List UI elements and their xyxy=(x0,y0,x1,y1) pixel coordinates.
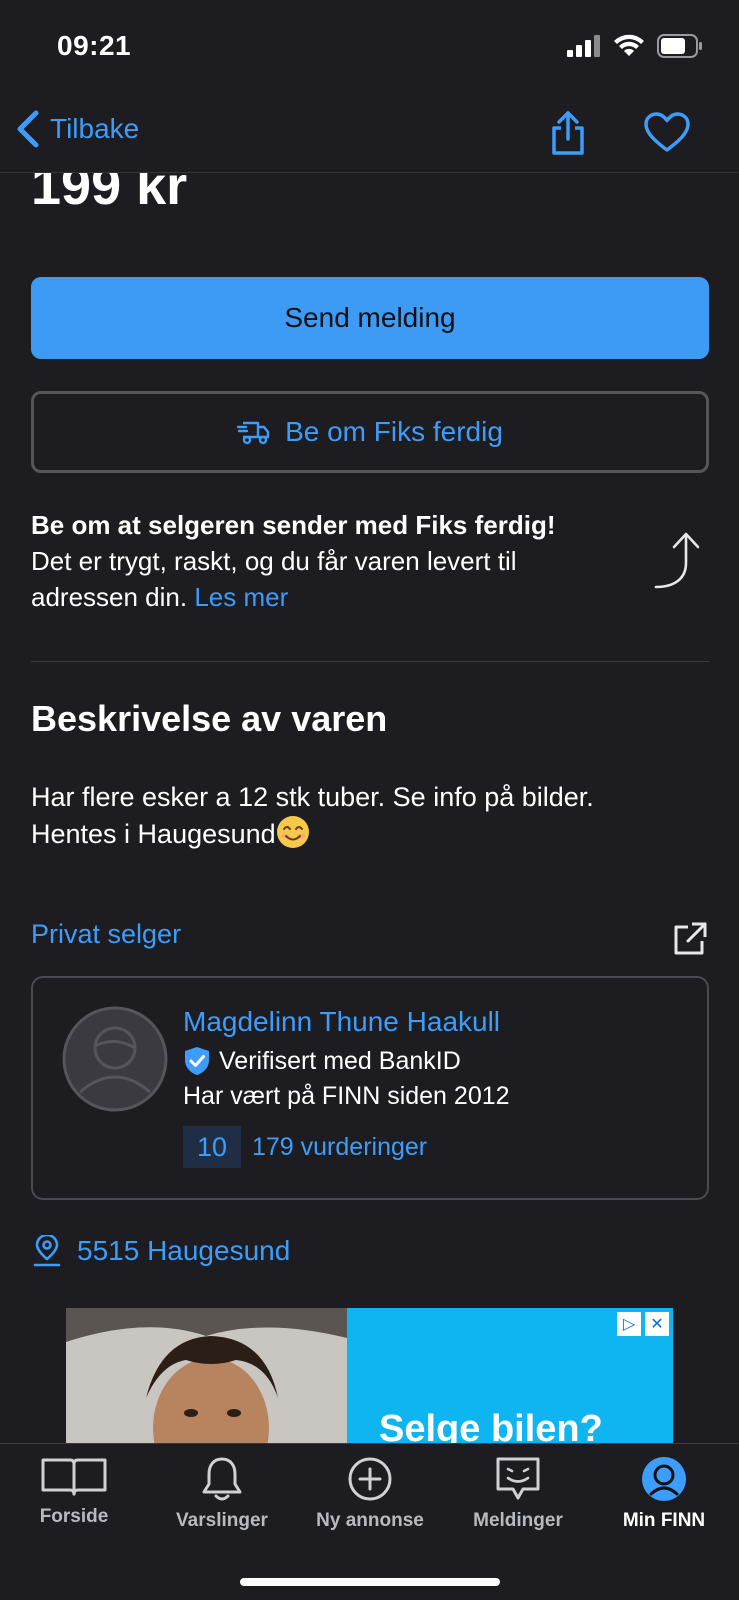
ad-banner[interactable]: ▷ ✕ Selge bilen? xyxy=(66,1308,673,1443)
share-button[interactable] xyxy=(548,109,588,162)
chat-bubble-icon xyxy=(496,1457,540,1500)
back-button[interactable]: Tilbake xyxy=(16,109,139,149)
location-label: 5515 Haugesund xyxy=(77,1235,291,1266)
fiks-info: Be om at selgeren sender med Fiks ferdig… xyxy=(31,507,611,615)
seller-name[interactable]: Magdelinn Thune Haakull xyxy=(183,1006,500,1038)
verified-shield-icon xyxy=(185,1047,209,1075)
ad-headline: Selge bilen? xyxy=(379,1408,603,1443)
battery-icon xyxy=(657,34,702,58)
rating-score: 10 xyxy=(183,1126,241,1168)
external-link-icon[interactable] xyxy=(672,921,708,962)
tab-varslinger[interactable]: Varslinger xyxy=(148,1456,296,1532)
wifi-icon xyxy=(614,34,644,56)
price: 199 kr xyxy=(31,173,188,216)
ratings-link[interactable]: 179 vurderinger xyxy=(252,1133,427,1162)
read-more-link[interactable]: Les mer xyxy=(194,582,288,612)
verified-badge: Verifisert med BankID xyxy=(183,1046,461,1076)
profile-placeholder-icon xyxy=(62,1006,168,1112)
status-bar: 09:21 xyxy=(0,0,739,95)
verified-label: Verifisert med BankID xyxy=(219,1046,461,1075)
status-time: 09:21 xyxy=(57,30,132,61)
description-line-2-text: Hentes i Haugesund xyxy=(31,819,276,849)
signal-icon xyxy=(567,35,600,57)
private-seller-link[interactable]: Privat selger xyxy=(31,919,181,950)
tab-label-forside: Forside xyxy=(39,1506,109,1527)
ad-choices[interactable]: ▷ ✕ xyxy=(617,1312,669,1336)
divider xyxy=(31,661,709,662)
location-link[interactable]: 5515 Haugesund xyxy=(31,1235,290,1267)
tab-ny-annonse[interactable]: Ny annonse xyxy=(296,1456,444,1532)
ad-info-icon[interactable]: ▷ xyxy=(617,1312,641,1336)
tab-forside[interactable]: Forside xyxy=(0,1456,148,1528)
description-text: Har flere esker a 12 stk tuber. Se info … xyxy=(31,779,691,852)
profile-icon xyxy=(642,1457,686,1501)
curved-arrow-icon xyxy=(652,529,708,596)
description-line-2: Hentes i Haugesund xyxy=(31,815,691,852)
navigation-bar: Tilbake xyxy=(0,95,739,173)
tab-label-varslinger: Varslinger xyxy=(176,1510,268,1531)
tab-label-min-finn: Min FINN xyxy=(622,1510,706,1531)
chevron-left-icon xyxy=(17,110,39,148)
listing-content[interactable]: 199 kr Send melding Be om Fiks ferdig Be… xyxy=(0,173,739,1443)
description-line-1: Har flere esker a 12 stk tuber. Se info … xyxy=(31,782,594,812)
bell-icon xyxy=(202,1457,242,1501)
back-label: Tilbake xyxy=(50,113,140,144)
fiks-ferdig-label: Be om Fiks ferdig xyxy=(285,416,503,447)
plus-circle-icon xyxy=(348,1457,392,1501)
share-icon xyxy=(552,111,584,155)
home-indicator xyxy=(240,1578,500,1586)
heart-icon xyxy=(644,112,690,152)
description-title: Beskrivelse av varen xyxy=(31,698,388,739)
ad-text-panel: ▷ ✕ Selge bilen? xyxy=(347,1308,673,1443)
ad-photo xyxy=(66,1308,347,1443)
tab-bar: Forside Varslinger Ny annonse Meldinger … xyxy=(0,1443,739,1600)
seller-card[interactable]: Magdelinn Thune Haakull Verifisert med B… xyxy=(31,976,709,1200)
delivery-truck-icon xyxy=(237,421,270,445)
tab-label-meldinger: Meldinger xyxy=(473,1510,563,1531)
location-pin-icon xyxy=(33,1235,61,1267)
favorite-button[interactable] xyxy=(643,111,691,158)
tab-label-ny-annonse: Ny annonse xyxy=(316,1510,424,1531)
member-since: Har vært på FINN siden 2012 xyxy=(183,1082,510,1110)
smiling-face-emoji-icon xyxy=(276,816,309,848)
ad-person-illustration xyxy=(66,1308,347,1443)
send-message-button[interactable]: Send melding xyxy=(31,277,709,359)
ad-close-icon[interactable]: ✕ xyxy=(645,1312,669,1336)
fiks-info-title: Be om at selgeren sender med Fiks ferdig… xyxy=(31,510,556,540)
tab-min-finn[interactable]: Min FINN xyxy=(590,1456,738,1532)
fiks-ferdig-button[interactable]: Be om Fiks ferdig xyxy=(31,391,709,473)
avatar xyxy=(62,1006,168,1117)
tab-meldinger[interactable]: Meldinger xyxy=(444,1456,592,1532)
book-open-icon xyxy=(41,1458,107,1496)
status-icons xyxy=(567,34,703,58)
